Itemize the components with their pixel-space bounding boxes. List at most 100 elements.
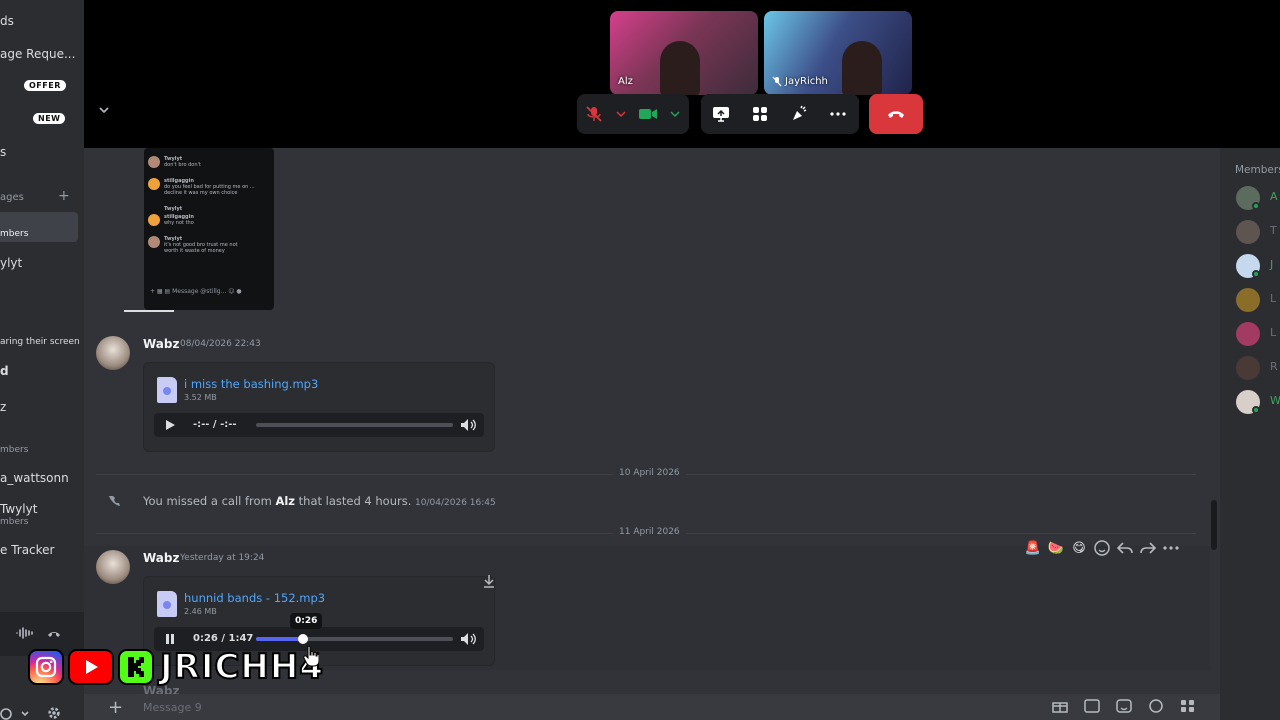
reply-icon[interactable] [1116,539,1134,557]
hang-up-icon [888,111,904,118]
reaction-yum-icon[interactable]: 😋 [1070,539,1088,557]
member-name[interactable]: L [1270,292,1276,305]
seek-thumb[interactable] [298,634,309,644]
chat-scrollbar[interactable] [1211,500,1217,550]
caller-name[interactable]: Alz [275,494,295,508]
forward-icon[interactable] [1139,539,1157,557]
members-header: Members [1235,164,1280,176]
audio-time: 0:26 / 1:47 [193,633,254,644]
dm-item-z[interactable]: z [0,400,6,414]
mic-options-chevron-icon[interactable] [611,94,631,134]
audio-seek-bar[interactable] [256,423,453,427]
volume-icon[interactable] [460,632,476,646]
audio-file-name[interactable]: hunnid bands - 152.mp3 [184,591,325,605]
audio-file-name[interactable]: i miss the bashing.mp3 [184,377,318,391]
missed-call-icon [109,496,120,506]
gift-icon[interactable] [1052,699,1068,713]
audio-seek-bar[interactable] [256,634,453,644]
collapse-call-chevron-down-icon[interactable] [98,104,110,116]
video-tile-jayrichh[interactable]: JayRichh [764,11,912,95]
message-username[interactable]: Wabz [143,551,179,565]
volume-icon[interactable] [460,418,476,432]
member-avatar[interactable] [1236,288,1260,312]
reaction-watermelon-icon[interactable]: 🍉 [1047,539,1065,557]
member-name[interactable]: T [1270,224,1277,237]
member-avatar[interactable] [1236,356,1260,380]
video-tile-alz[interactable]: Alz [610,11,758,95]
offer-badge: OFFER [24,80,66,91]
emoji-icon[interactable] [1148,699,1164,713]
member-name[interactable]: J [1270,258,1273,271]
discord-window: ds age Reque... OFFER NEW s ages + mbers… [0,0,1280,720]
audio-attachment: i miss the bashing.mp3 3.52 MB -:-- / -:… [143,362,495,452]
member-avatar[interactable] [1236,322,1260,346]
dm-item-tracker[interactable]: e Tracker [0,543,55,557]
pause-icon[interactable] [164,633,176,645]
camera-button[interactable] [631,94,665,134]
soundboard-button[interactable] [779,94,818,134]
settings-gear-icon[interactable] [46,706,62,720]
dm-item-d[interactable]: d [0,364,9,378]
date-divider-label: 11 April 2026 [613,527,686,537]
screen-share-button[interactable] [701,94,740,134]
audio-video-controls [577,94,689,134]
sticker-icon[interactable] [1116,699,1132,713]
embed-line: stillgaggin do you feel bad for putting m… [148,178,264,196]
dm-item-twylyt[interactable]: ylyt [0,256,22,270]
disconnect-icon[interactable] [46,626,62,640]
online-status-dot [1252,406,1260,414]
audio-time: -:-- / -:-- [193,419,237,430]
dm-item-wattsonn[interactable]: a_wattsonn [0,471,69,485]
dm-item-blank[interactable] [0,292,6,296]
participant-video [660,41,700,95]
dm-sharing-screen[interactable]: aring their screen [0,337,80,347]
audio-file-icon [157,377,177,403]
camera-options-chevron-icon[interactable] [665,94,685,134]
apps-icon[interactable] [1180,699,1196,713]
home-indicator [124,310,174,312]
participant-name: JayRichh [772,76,828,87]
avatar[interactable] [96,550,130,584]
mute-button[interactable] [577,94,611,134]
member-name[interactable]: W [1270,394,1280,407]
channel-sidebar: ds age Reque... OFFER NEW s ages + mbers… [0,0,84,720]
stream-social-overlay: JRICHH4 [28,648,324,686]
headset-icon[interactable] [0,706,30,720]
sidebar-item-shop[interactable]: s [0,145,6,159]
soundwave-icon[interactable] [16,626,34,640]
sidebar-item-message-requests[interactable]: age Reque... [0,47,75,61]
youtube-icon [68,649,114,685]
member-name[interactable]: R [1270,360,1278,373]
audio-file-size: 2.46 MB [184,607,217,616]
reaction-siren-icon[interactable]: 🚨 [1024,539,1042,557]
member-avatar[interactable] [1236,220,1260,244]
dm-item-twylyt-group[interactable]: Twylyt [0,502,37,516]
online-status-dot [1252,202,1260,210]
attach-plus-icon[interactable]: + [108,697,123,718]
more-dots-icon[interactable] [1162,539,1180,557]
member-name[interactable]: L [1270,326,1276,339]
member-name[interactable]: A [1270,190,1278,203]
play-icon[interactable] [164,419,176,431]
more-options-button[interactable] [818,94,857,134]
instagram-icon [28,649,64,685]
end-call-button[interactable] [869,94,923,134]
message-username[interactable]: Wabz [143,337,179,351]
chat-panel: Twylyt don't bro don't stillgaggin do you … [84,148,1220,720]
screenshot-attachment[interactable]: Twylyt don't bro don't stillgaggin do you … [144,148,274,310]
kick-icon [118,649,154,685]
activities-button[interactable] [740,94,779,134]
new-badge: NEW [33,113,66,124]
participant-name: Alz [618,76,633,87]
dm-members-count-3: mbers [0,517,29,527]
gif-icon[interactable] [1084,699,1100,713]
download-icon[interactable] [482,574,496,588]
sidebar-item-friends[interactable]: ds [0,14,14,28]
embed-line: Twylyt [164,206,183,212]
create-dm-icon[interactable]: + [58,188,70,204]
add-reaction-icon[interactable] [1093,539,1111,557]
missed-call-timestamp: 10/04/2026 16:45 [415,498,496,508]
avatar[interactable] [96,336,130,370]
message-input[interactable]: Message 9 [143,701,202,714]
message-timestamp: Yesterday at 19:24 [180,553,265,563]
